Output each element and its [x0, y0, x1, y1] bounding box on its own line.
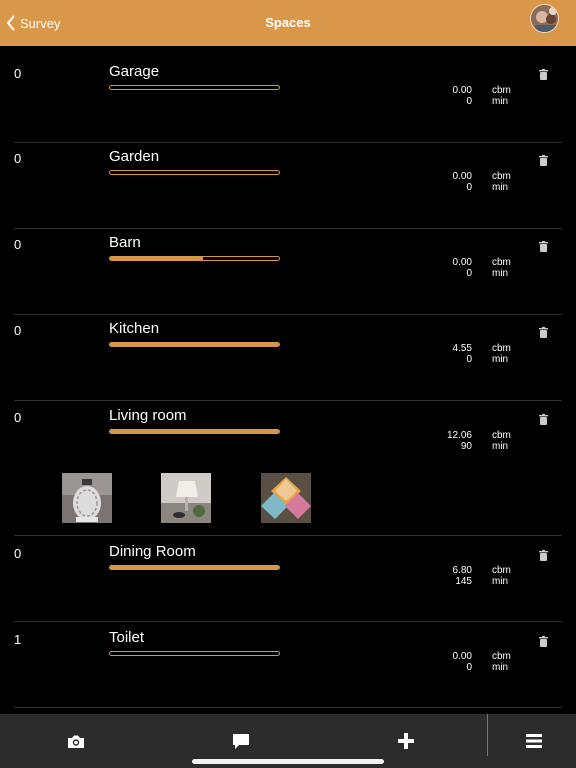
time-value: 0	[466, 268, 472, 279]
progress-bar	[109, 342, 280, 347]
progress-bar	[109, 170, 280, 175]
time-value: 0	[466, 662, 472, 673]
time-unit: min	[492, 441, 509, 452]
item-count: 0	[14, 66, 22, 81]
trash-icon[interactable]	[539, 636, 548, 647]
page-title: Spaces	[265, 15, 311, 30]
item-count: 0	[14, 237, 22, 252]
avatar[interactable]	[530, 4, 559, 33]
volume-value: 12.06	[446, 430, 472, 441]
volume-value: 0.00	[452, 651, 472, 662]
trash-icon[interactable]	[539, 414, 548, 425]
trash-icon[interactable]	[539, 241, 548, 252]
nav-bar: Survey Spaces	[0, 0, 576, 46]
row-divider	[14, 707, 562, 708]
volume-unit: cbm	[492, 343, 511, 354]
space-name: Kitchen	[109, 320, 160, 337]
item-count: 1	[14, 632, 22, 647]
time-value: 0	[466, 96, 472, 107]
trash-icon[interactable]	[539, 550, 548, 561]
progress-bar	[109, 256, 280, 261]
space-row-living-room[interactable]: 0 Living room 12.06 90 cbm min	[0, 401, 576, 536]
volume-value: 0.00	[452, 85, 472, 96]
time-unit: min	[492, 576, 509, 587]
menu-button[interactable]	[496, 714, 572, 768]
camera-icon	[68, 735, 84, 748]
trash-icon[interactable]	[539, 69, 548, 80]
space-row-kitchen[interactable]: 0 Kitchen 4.55 0 cbm min	[0, 315, 576, 401]
trash-icon[interactable]	[539, 155, 548, 166]
volume-value: 6.80	[452, 565, 472, 576]
volume-unit: cbm	[492, 85, 511, 96]
volume-unit: cbm	[492, 565, 511, 576]
plus-icon	[398, 733, 414, 749]
lantern-photo[interactable]	[62, 473, 112, 523]
space-row-barn[interactable]: 0 Barn 0.00 0 cbm min	[0, 229, 576, 315]
spaces-list: 0 Garage 0.00 0 cbm min 0 Garden 0.00 0 …	[0, 46, 576, 714]
home-indicator	[192, 759, 384, 764]
progress-bar	[109, 565, 280, 570]
space-name: Dining Room	[109, 543, 196, 560]
volume-unit: cbm	[492, 651, 511, 662]
volume-unit: cbm	[492, 257, 511, 268]
time-unit: min	[492, 268, 509, 279]
tiles-photo[interactable]	[261, 473, 311, 523]
trash-icon[interactable]	[539, 327, 548, 338]
time-unit: min	[492, 354, 509, 365]
lamp-photo[interactable]	[161, 473, 211, 523]
item-count: 0	[14, 151, 22, 166]
volume-value: 0.00	[452, 257, 472, 268]
space-name: Garage	[109, 63, 160, 80]
volume-unit: cbm	[492, 171, 511, 182]
space-row-dining-room[interactable]: 0 Dining Room 6.80 145 cbm min	[0, 536, 576, 622]
time-unit: min	[492, 662, 509, 673]
time-value: 0	[466, 354, 472, 365]
progress-bar	[109, 429, 280, 434]
volume-value: 0.00	[452, 171, 472, 182]
item-count: 0	[14, 546, 22, 561]
volume-unit: cbm	[492, 430, 511, 441]
space-row-garden[interactable]: 0 Garden 0.00 0 cbm min	[0, 143, 576, 229]
time-unit: min	[492, 182, 509, 193]
space-name: Garden	[109, 148, 160, 165]
volume-value: 4.55	[452, 343, 472, 354]
item-count: 0	[14, 410, 22, 425]
tab-divider	[487, 714, 488, 756]
time-unit: min	[492, 96, 509, 107]
progress-bar	[109, 651, 280, 656]
space-name: Barn	[109, 234, 141, 251]
space-row-garage[interactable]: 0 Garage 0.00 0 cbm min	[0, 46, 576, 143]
menu-icon	[526, 734, 542, 748]
progress-bar	[109, 85, 280, 90]
camera-button[interactable]	[38, 714, 114, 768]
item-count: 0	[14, 323, 22, 338]
time-value: 90	[460, 441, 472, 452]
space-name: Living room	[109, 407, 187, 424]
space-name: Toilet	[109, 629, 145, 646]
chat-icon	[233, 733, 249, 749]
time-value: 145	[455, 576, 472, 587]
space-row-toilet[interactable]: 1 Toilet 0.00 0 cbm min	[0, 622, 576, 708]
time-value: 0	[466, 182, 472, 193]
